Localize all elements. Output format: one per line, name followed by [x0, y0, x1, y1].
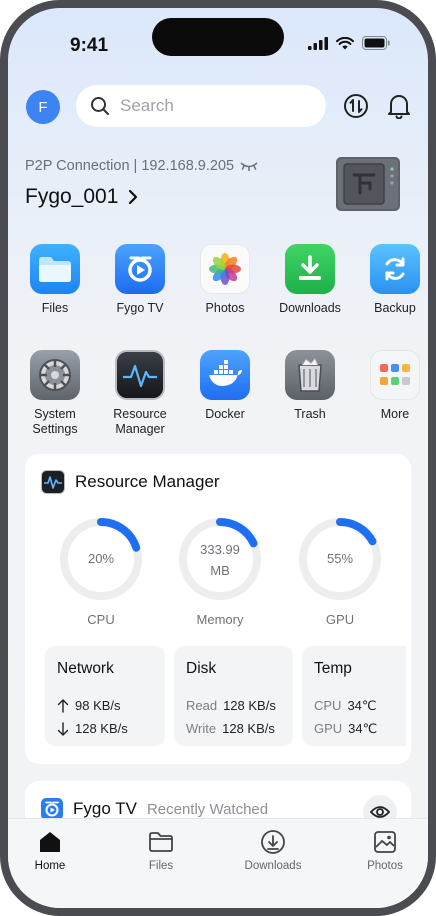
app-label: Docker	[205, 407, 245, 421]
download-icon	[285, 244, 335, 294]
network-title: Network	[57, 660, 114, 677]
transfer-button[interactable]	[342, 92, 370, 120]
app-system-settings[interactable]: System Settings	[15, 350, 95, 437]
app-resource-manager[interactable]: Resource Manager	[100, 350, 180, 437]
tab-photos[interactable]: Photos	[345, 827, 425, 872]
app-label: Photos	[205, 301, 245, 315]
resource-manager-header: Resource Manager	[41, 470, 220, 494]
gear-icon	[30, 350, 80, 400]
temp-stat: Temp CPU 34℃ GPU 34℃	[302, 646, 406, 746]
trash-icon	[285, 350, 335, 400]
tab-home[interactable]: Home	[10, 827, 90, 872]
fygo-tv-icon	[115, 244, 165, 294]
photos-flower-icon	[200, 244, 250, 294]
disk-write: Write 128 KB/s	[186, 721, 275, 736]
avatar[interactable]: F	[26, 90, 60, 124]
temp-title: Temp	[314, 660, 352, 677]
network-stat: Network 98 KB/s 128 KB/s	[45, 646, 165, 746]
arrow-up-icon	[57, 698, 69, 713]
folder-icon	[30, 244, 80, 294]
status-time: 9:41	[70, 35, 109, 56]
docker-whale-icon	[200, 350, 250, 400]
network-download: 128 KB/s	[57, 717, 153, 740]
transfer-icon	[344, 94, 368, 118]
gpu-gauge-value: 55%	[326, 551, 354, 566]
app-backup[interactable]: Backup	[355, 244, 428, 316]
bottom-tab-bar: Home Files Downloads Photos	[8, 818, 428, 908]
app-more[interactable]: More	[355, 350, 428, 422]
activity-monitor-icon	[41, 470, 65, 494]
search-bar[interactable]	[76, 85, 326, 127]
phone-frame: 9:41 F Search P2P Connection | 192.168.9…	[0, 0, 436, 916]
app-label: Resource Manager	[113, 407, 167, 436]
app-label: More	[380, 407, 410, 421]
chevron-right-icon	[129, 189, 138, 205]
memory-gauge: 333.99 MB Memory	[177, 516, 263, 627]
status-icons	[308, 36, 390, 50]
device-selector[interactable]: Fygo_001	[25, 185, 138, 209]
bell-icon	[388, 95, 410, 119]
disk-title: Disk	[186, 660, 217, 677]
eye-closed-icon[interactable]	[240, 161, 258, 171]
fygo-tv-header: Fygo TV Recently Watched	[41, 798, 268, 820]
disk-stat: Disk Read 128 KB/s Write 128 KB/s	[174, 646, 293, 746]
memory-gauge-value: 333.99 MB	[200, 542, 240, 578]
app-label: Files	[41, 301, 69, 315]
tab-label: Photos	[367, 860, 403, 872]
network-upload: 98 KB/s	[57, 694, 153, 717]
app-label: System Settings	[32, 407, 78, 436]
eye-icon	[370, 806, 390, 818]
wifi-icon	[336, 36, 354, 49]
app-label: Trash	[294, 407, 326, 421]
image-icon	[374, 831, 396, 853]
memory-gauge-label: Memory	[196, 612, 244, 627]
app-label: Fygo TV	[116, 301, 164, 315]
app-label: Backup	[374, 301, 416, 315]
app-files[interactable]: Files	[15, 244, 95, 316]
status-bar: 9:41	[8, 8, 428, 68]
app-fygo-tv[interactable]: Fygo TV	[100, 244, 180, 316]
cpu-gauge-label: CPU	[87, 612, 115, 627]
notifications-button[interactable]	[385, 92, 413, 120]
gpu-gauge-label: GPU	[325, 612, 355, 627]
arrow-down-icon	[57, 721, 69, 736]
cpu-gauge: 20% CPU	[58, 516, 144, 627]
tab-downloads[interactable]: Downloads	[233, 827, 313, 872]
disk-read: Read 128 KB/s	[186, 698, 276, 713]
device-name: Fygo_001	[25, 185, 119, 208]
app-docker[interactable]: Docker	[185, 350, 265, 422]
app-photos[interactable]: Photos	[185, 244, 265, 316]
search-input[interactable]	[120, 96, 300, 116]
download-cloud-icon	[261, 830, 285, 854]
resource-manager-card[interactable]: Resource Manager 20% CPU 333.99 MB Memory	[25, 454, 411, 764]
connection-status: P2P Connection | 192.168.9.205	[25, 158, 258, 174]
battery-icon	[362, 36, 390, 50]
more-apps-icon	[370, 350, 420, 400]
app-downloads[interactable]: Downloads	[270, 244, 350, 316]
tab-label: Files	[148, 860, 174, 872]
home-icon	[40, 832, 60, 852]
gpu-gauge: 55% GPU	[297, 516, 383, 627]
fygo-tv-title: Fygo TV	[73, 799, 137, 818]
tab-label: Home	[34, 860, 66, 872]
folder-icon	[149, 832, 173, 852]
app-trash[interactable]: Trash	[270, 350, 350, 422]
nas-device-image	[336, 157, 400, 211]
activity-monitor-icon	[115, 350, 165, 400]
screen: 9:41 F Search P2P Connection | 192.168.9…	[8, 8, 428, 908]
fygo-tv-subtitle: Recently Watched	[146, 800, 269, 818]
connection-label: P2P Connection | 192.168.9.205	[25, 158, 235, 174]
tab-label: Downloads	[244, 860, 302, 872]
cellular-signal-icon	[308, 36, 328, 50]
fygo-tv-icon	[41, 798, 63, 820]
dynamic-island	[152, 18, 284, 56]
resource-manager-title: Resource Manager	[75, 472, 220, 491]
cpu-gauge-value: 20%	[87, 551, 115, 566]
tab-files[interactable]: Files	[121, 827, 201, 872]
app-label: Downloads	[279, 301, 341, 315]
backup-sync-icon	[370, 244, 420, 294]
temp-cpu: CPU 34℃	[314, 697, 377, 714]
temp-gpu: GPU 34℃	[314, 720, 378, 737]
search-icon	[91, 97, 109, 115]
